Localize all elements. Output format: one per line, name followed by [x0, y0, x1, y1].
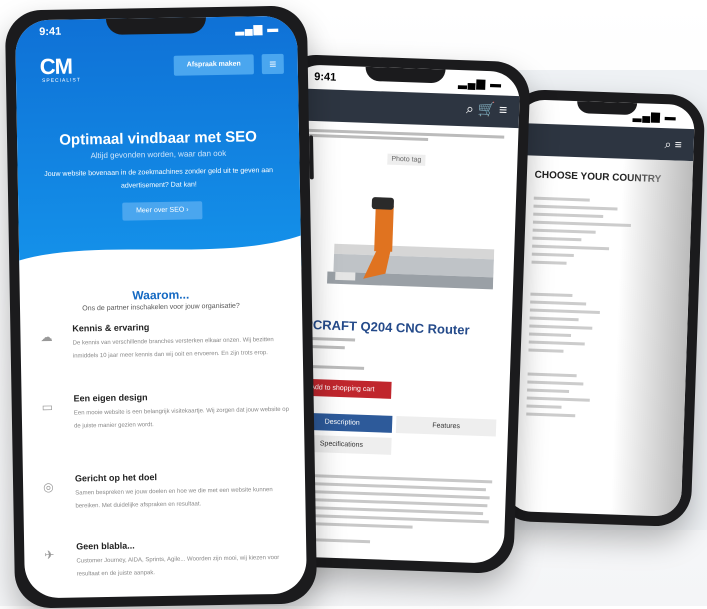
- brand-logo-sub: SPECIALIST: [41, 77, 81, 85]
- more-seo-button[interactable]: Meer over SEO ›: [122, 201, 203, 221]
- feature-title: Geen blabla...: [76, 540, 135, 552]
- feature-desc: Samen bespreken we jouw doelen en hoe we…: [75, 487, 273, 510]
- hamburger-menu-icon[interactable]: ≡: [261, 53, 284, 75]
- notch: [365, 66, 446, 84]
- target-icon: ◎: [43, 479, 54, 495]
- feature-item: ✈ Geen blabla... Customer Journey, AIDA,…: [44, 538, 295, 598]
- monitor-icon: ▭: [41, 399, 54, 415]
- cloud-icon: ☁: [40, 329, 53, 345]
- feature-desc: Customer Journey, AIDA, Sprints, Agile..…: [76, 554, 280, 578]
- breadcrumb[interactable]: [302, 127, 512, 148]
- notch: [576, 101, 638, 116]
- rocket-icon: ✈: [44, 547, 55, 563]
- signal-battery-icon: ▂▄▆ ▬: [235, 22, 280, 36]
- search-menu-icon[interactable]: ⌕ ≡: [664, 137, 682, 153]
- feature-title: Gericht op het doel: [74, 472, 158, 484]
- product-title: EPCRAFT Q204 CNC Router: [295, 316, 470, 338]
- phone-screen: 9:41 ▂▄▆ ▬ CM SPECIALIST Afspraak maken …: [14, 15, 308, 599]
- fade-overlay: [610, 158, 694, 517]
- feature-item: ▭ Een eigen design Een mooie website is …: [42, 390, 293, 464]
- search-cart-menu-icons[interactable]: ⌕ 🛒 ≡: [466, 100, 508, 118]
- status-time: 9:41: [39, 25, 62, 39]
- phone-screen: ▂▄▆ ▬ ⌕ ≡ CHOOSE YOUR COUNTRY: [504, 99, 696, 517]
- hero-text: Jouw website bovenaan in de zoekmachines…: [44, 167, 274, 190]
- site-header: ⌕ ≡: [517, 123, 695, 162]
- feature-item: ◎ Gericht op het doel Samen bespreken we…: [43, 470, 294, 534]
- notch: [105, 17, 207, 35]
- hero-wave: [19, 235, 302, 275]
- status-time: 9:41: [314, 70, 337, 84]
- cnc-router-image: [327, 197, 495, 290]
- hero-subtitle: Altijd gevonden worden, waar dan ook: [90, 148, 227, 161]
- feature-title: Een eigen design: [73, 392, 148, 404]
- product-description: [288, 468, 497, 552]
- brand-logo[interactable]: CM: [40, 54, 73, 81]
- signal-battery-icon: ▂▄▆ ▬: [458, 77, 503, 91]
- signal-battery-icon: ▂▄▆ ▬: [632, 110, 677, 124]
- side-button: [309, 135, 314, 180]
- product-tabs: Description Features Specifications: [291, 412, 499, 455]
- feature-item: ☁ Kennis & ervaring De kennis van versch…: [40, 320, 291, 384]
- feature-title: Kennis & ervaring: [72, 322, 150, 334]
- tab-features[interactable]: Features: [395, 416, 497, 437]
- photo-tag: Photo tag: [387, 153, 426, 166]
- appointment-button[interactable]: Afspraak maken: [173, 54, 254, 76]
- feature-desc: Een mooie website is een belangrijk visi…: [73, 406, 289, 430]
- hero-title: Optimaal vindbaar met SEO: [59, 128, 257, 149]
- feature-desc: De kennis van verschillende branches ver…: [72, 337, 274, 360]
- site-header: ⌕ 🛒 ≡: [288, 88, 520, 129]
- phone-seo-page: 9:41 ▂▄▆ ▬ CM SPECIALIST Afspraak maken …: [4, 5, 318, 609]
